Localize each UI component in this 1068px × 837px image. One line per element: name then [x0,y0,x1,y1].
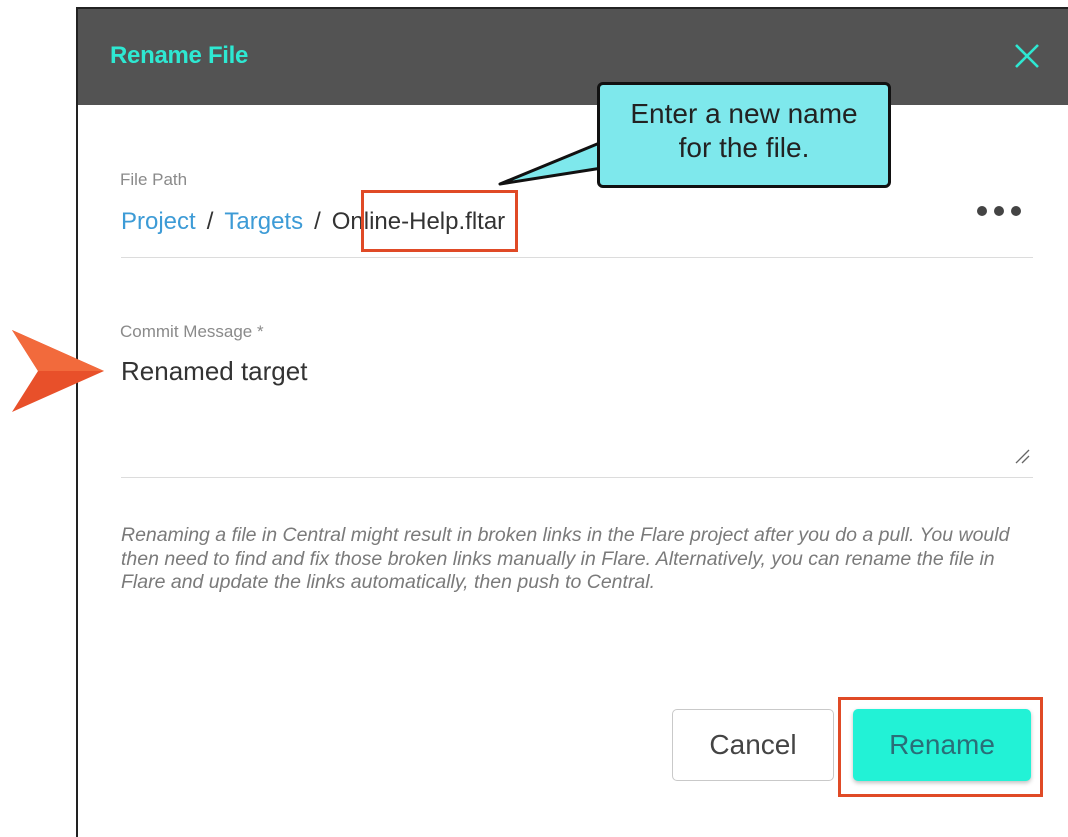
dialog-header: Rename File [78,9,1068,105]
file-path-label: File Path [120,170,188,189]
divider [121,257,1033,258]
rename-button-highlight-box [838,697,1043,797]
breadcrumb-targets-link[interactable]: Targets [224,208,303,235]
commit-message-label: Commit Message * [120,322,264,341]
breadcrumb-separator: / [314,208,321,235]
callout-text-line2: for the file. [678,132,810,163]
arrow-right-icon [12,330,104,412]
callout-text-line1: Enter a new name [630,98,858,129]
rename-warning-text: Renaming a file in Central might result … [121,524,1010,593]
commit-message-input[interactable]: Renamed target [121,356,1033,466]
callout-tail [498,140,604,186]
divider [121,477,1033,478]
resize-handle-icon[interactable] [1014,448,1030,464]
dialog-title: Rename File [110,42,249,69]
cancel-button[interactable]: Cancel [672,709,834,781]
breadcrumb-project-link[interactable]: Project [121,208,196,235]
close-icon[interactable] [1012,41,1042,71]
more-horizontal-icon[interactable] [976,205,1022,217]
callout-bubble: Enter a new name for the file. [597,82,891,188]
breadcrumb-separator: / [206,208,214,235]
